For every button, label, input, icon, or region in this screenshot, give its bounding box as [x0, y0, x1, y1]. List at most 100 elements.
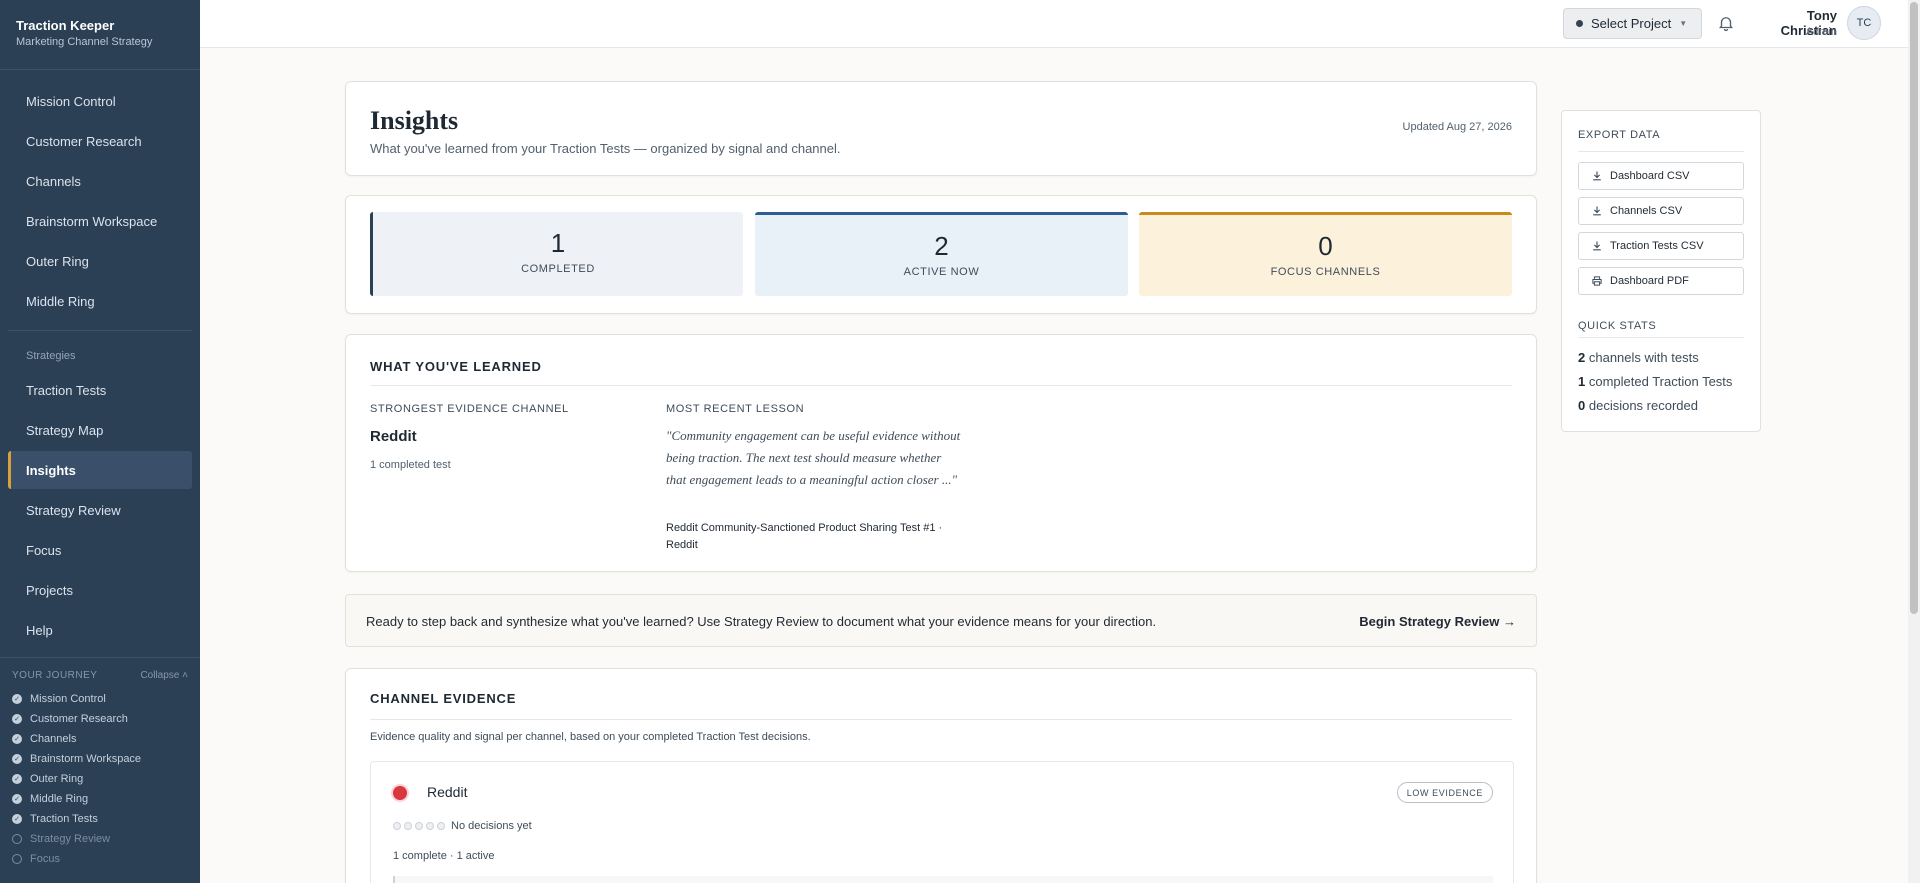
stat-label: FOCUS CHANNELS	[1270, 266, 1381, 278]
nav-item-outer-ring[interactable]: Outer Ring	[8, 242, 192, 280]
rating-pip	[393, 822, 401, 830]
button-label: Traction Tests CSV	[1610, 240, 1704, 252]
journey-title: YOUR JOURNEY	[12, 670, 98, 681]
journey-item[interactable]: ✓ Traction Tests	[12, 809, 188, 829]
journey-item[interactable]: Strategy Review	[12, 829, 188, 849]
journey-item[interactable]: ✓ Middle Ring	[12, 789, 188, 809]
page-scrollbar[interactable]	[1908, 0, 1920, 883]
export-dashboard-csv-button[interactable]: Dashboard CSV	[1578, 162, 1744, 190]
nav-item-projects[interactable]: Projects	[8, 571, 192, 609]
journey-collapse-button[interactable]: Collapse ˄	[140, 670, 188, 681]
select-project-label: Select Project	[1591, 16, 1672, 31]
journey-item[interactable]: ✓ Channels	[12, 729, 188, 749]
nav-item-channels[interactable]: Channels	[8, 162, 192, 200]
strategy-review-banner: Ready to step back and synthesize what y…	[345, 594, 1537, 647]
nav-item-help[interactable]: Help	[8, 611, 192, 649]
journey-item[interactable]: ✓ Outer Ring	[12, 769, 188, 789]
journey-panel: YOUR JOURNEY Collapse ˄ ✓ Mission Control…	[0, 657, 200, 869]
download-icon	[1593, 206, 1601, 216]
quick-stat-item: 2 channels with tests	[1578, 350, 1699, 365]
scrollbar-thumb[interactable]	[1910, 2, 1918, 614]
stat-focus-channels: 0 FOCUS CHANNELS	[1139, 212, 1512, 296]
strongest-channel-label: STRONGEST EVIDENCE CHANNEL	[370, 403, 569, 415]
export-channels-csv-button[interactable]: Channels CSV	[1578, 197, 1744, 225]
download-icon	[1593, 241, 1601, 251]
banner-text: Ready to step back and synthesize what y…	[366, 614, 1157, 629]
strongest-channel-meta: 1 completed test	[370, 459, 451, 471]
quick-stats-title: QUICK STATS	[1578, 320, 1657, 332]
nav-item-brainstorm-workspace[interactable]: Brainstorm Workspace	[8, 202, 192, 240]
check-icon: ✓	[12, 754, 22, 764]
section-title: WHAT YOU'VE LEARNED	[370, 359, 542, 374]
rating-pip	[437, 822, 445, 830]
evidence-rating	[393, 822, 448, 830]
rating-pip	[415, 822, 423, 830]
channel-name: Reddit	[427, 784, 468, 800]
nav-item-strategy-map[interactable]: Strategy Map	[8, 411, 192, 449]
bell-icon[interactable]	[1717, 14, 1735, 32]
nav-item-strategy-review[interactable]: Strategy Review	[8, 491, 192, 529]
divider	[370, 719, 1512, 720]
begin-strategy-review-link[interactable]: Begin Strategy Review →	[1359, 614, 1516, 629]
user-role: Admin	[1805, 26, 1837, 38]
printer-icon	[1592, 276, 1602, 286]
quick-stat-item: 1 completed Traction Tests	[1578, 374, 1733, 389]
main-nav: Mission Control Customer Research Channe…	[0, 70, 200, 649]
nav-item-customer-research[interactable]: Customer Research	[8, 122, 192, 160]
nav-item-focus[interactable]: Focus	[8, 531, 192, 569]
nav-item-traction-tests[interactable]: Traction Tests	[8, 371, 192, 409]
check-icon: ✓	[12, 774, 22, 784]
button-label: Dashboard CSV	[1610, 170, 1690, 182]
brand: Traction Keeper Marketing Channel Strate…	[0, 0, 200, 70]
decisions-status: No decisions yet	[451, 820, 532, 832]
top-bar: Select Project ▼ Tony Christian Admin TC	[200, 0, 1908, 48]
channel-detail-strip	[393, 876, 1493, 883]
stat-value: 1	[550, 228, 566, 258]
recent-lesson-source[interactable]: Reddit Community-Sanctioned Product Shar…	[666, 520, 961, 554]
journey-header: YOUR JOURNEY Collapse ˄	[12, 670, 188, 681]
journey-item[interactable]: ✓ Brainstorm Workspace	[12, 749, 188, 769]
journey-item[interactable]: ✓ Mission Control	[12, 689, 188, 709]
nav-item-mission-control[interactable]: Mission Control	[8, 82, 192, 120]
brand-title[interactable]: Traction Keeper	[16, 18, 184, 33]
sidebar: Traction Keeper Marketing Channel Strate…	[0, 0, 200, 883]
strongest-channel-name: Reddit	[370, 428, 417, 445]
circle-icon	[12, 854, 22, 864]
project-dot-icon	[1576, 20, 1583, 27]
nav-item-middle-ring[interactable]: Middle Ring	[8, 282, 192, 320]
check-icon: ✓	[12, 714, 22, 724]
journey-item[interactable]: ✓ Customer Research	[12, 709, 188, 729]
stat-label: ACTIVE NOW	[903, 266, 980, 278]
divider	[1578, 337, 1744, 338]
nav-item-insights[interactable]: Insights	[8, 451, 192, 489]
updated-timestamp: Updated Aug 27, 2026	[1402, 121, 1512, 133]
stats-card: 1 COMPLETED 2 ACTIVE NOW 0 FOCUS CHANNEL…	[345, 195, 1537, 314]
chevron-up-icon: ˄	[182, 670, 188, 681]
nav-divider	[8, 330, 192, 331]
evidence-badge: LOW EVIDENCE	[1396, 782, 1493, 803]
test-counts: 1 complete · 1 active	[393, 850, 495, 862]
select-project-button[interactable]: Select Project ▼	[1563, 8, 1702, 39]
chevron-down-icon: ▼	[1679, 19, 1688, 28]
journey-item[interactable]: Focus	[12, 849, 188, 869]
check-icon: ✓	[12, 794, 22, 804]
export-dashboard-pdf-button[interactable]: Dashboard PDF	[1578, 267, 1744, 295]
channel-evidence-item[interactable]: Reddit LOW EVIDENCE No decisions yet 1 c…	[370, 761, 1514, 883]
channel-evidence-card: CHANNEL EVIDENCE Evidence quality and si…	[345, 668, 1537, 883]
page-header-card: Insights What you've learned from your T…	[345, 81, 1537, 176]
page-title: Insights	[370, 106, 459, 135]
export-traction-tests-csv-button[interactable]: Traction Tests CSV	[1578, 232, 1744, 260]
rating-pip	[404, 822, 412, 830]
export-data-title: EXPORT DATA	[1578, 129, 1661, 141]
evidence-description: Evidence quality and signal per channel,…	[370, 731, 811, 743]
side-panel: EXPORT DATA Dashboard CSV Channels CSV T…	[1561, 110, 1761, 432]
download-icon	[1593, 171, 1601, 181]
check-icon: ✓	[12, 814, 22, 824]
avatar[interactable]: TC	[1847, 6, 1881, 40]
recent-lesson-label: MOST RECENT LESSON	[666, 403, 805, 415]
stat-value: 2	[934, 231, 949, 261]
check-icon: ✓	[12, 694, 22, 704]
stat-label: COMPLETED	[521, 263, 595, 275]
nav-section-strategies: Strategies	[26, 350, 76, 362]
stat-value: 0	[1318, 231, 1333, 261]
